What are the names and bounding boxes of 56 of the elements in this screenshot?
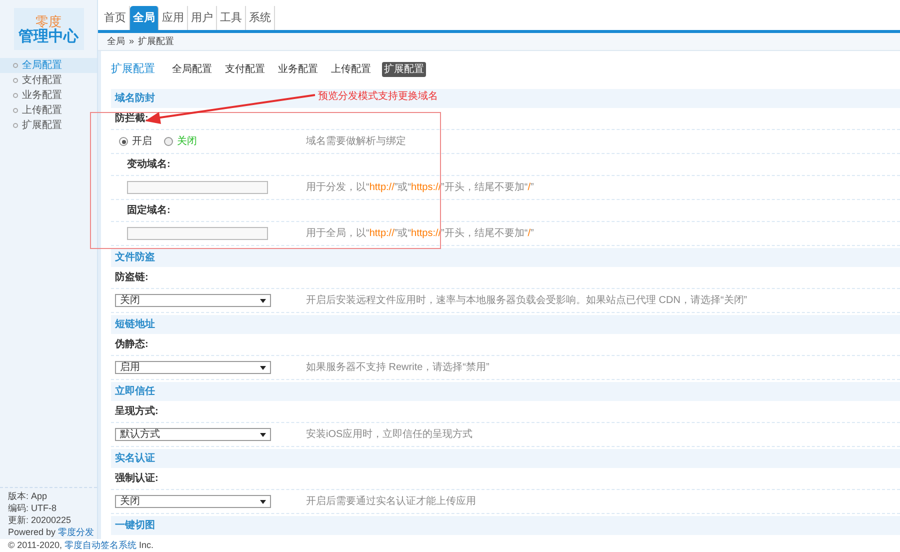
field-label: 防盗链: [115, 270, 148, 285]
logo: 零度 管理中心 [14, 8, 84, 50]
field-hint: 用于分发，以“http://”或“https://”开头，结尾不要加“/” [306, 180, 534, 195]
field-hint: 开启后需要通过实名认证才能上传应用 [306, 494, 476, 509]
caret-icon [260, 366, 266, 370]
config-tab[interactable]: 业务配置 [276, 62, 320, 76]
nav-tab[interactable]: 工具 [217, 6, 246, 30]
sidebar-item[interactable]: 扩展配置 [0, 118, 97, 133]
sidebar-item[interactable]: 上传配置 [0, 103, 97, 118]
field-label: 固定域名: [127, 203, 170, 218]
caret-icon [260, 500, 266, 504]
field-label: 伪静态: [115, 338, 148, 352]
sidebar-item[interactable]: 业务配置 [0, 88, 97, 103]
select-field[interactable]: 关闭 [115, 294, 271, 307]
config-tab[interactable]: 扩展配置 [382, 62, 426, 76]
nav-tab[interactable]: 系统 [246, 6, 275, 30]
section-header: 一键切图 [111, 516, 900, 535]
caret-icon [260, 298, 266, 302]
copyright-text: © 2011-2020, 零度自动签名系统 Inc. [8, 538, 154, 552]
powered-link[interactable]: 零度分发 [58, 527, 94, 537]
config-tab[interactable]: 上传配置 [329, 62, 373, 76]
nav-tab[interactable]: 用户 [188, 6, 217, 30]
field-hint: 如果服务器不支持 Rewrite，请选择“禁用” [306, 360, 490, 375]
breadcrumb-item[interactable]: 扩展配置 [138, 34, 174, 48]
field-label: 呈现方式: [115, 404, 158, 419]
input-field[interactable] [127, 227, 268, 240]
breadcrumb-item: » [129, 34, 134, 48]
input-field[interactable] [127, 181, 268, 194]
nav-tab[interactable]: 全局 [130, 6, 159, 30]
section-header: 实名认证 [111, 449, 900, 468]
field-label: 强制认证: [115, 472, 158, 486]
section-header: 立即信任 [111, 382, 900, 401]
select-field[interactable]: 启用 [115, 361, 271, 374]
info-text: 更新: 20200225 [8, 515, 72, 526]
info-text: 版本: App [8, 491, 48, 502]
field-hint: 安装iOS应用时，立即信任的呈现方式 [306, 428, 473, 442]
config-tab[interactable]: 全局配置 [170, 62, 214, 76]
info-text: 编码: UTF-8 [8, 503, 58, 514]
select-field[interactable]: 关闭 [115, 495, 271, 508]
breadcrumb-item[interactable]: 全局 [107, 34, 125, 48]
select-field[interactable]: 默认方式 [115, 428, 271, 441]
copyright-link[interactable]: 零度自动签名系统 [64, 540, 137, 550]
config-tab[interactable]: 支付配置 [223, 62, 267, 76]
powered-text: Powered by 零度分发 [8, 527, 96, 538]
nav-tab[interactable]: 应用 [159, 6, 188, 30]
annotation-text: 预览分发模式支持更换域名 [318, 90, 438, 104]
section-header: 短链地址 [111, 315, 900, 334]
caret-icon [260, 432, 266, 436]
field-label: 变动域名: [127, 157, 170, 172]
radio-option[interactable]: 开启 [119, 134, 152, 149]
field-hint: 域名需要做解析与绑定 [306, 134, 406, 149]
section-header: 文件防盗 [111, 248, 900, 267]
field-hint: 开启后安装远程文件应用时，速率与本地服务器负载会受影响。如果站点已代理 CDN，请选择“关闭” [306, 294, 748, 308]
sidebar-item[interactable]: 支付配置 [0, 73, 97, 88]
page-title: 扩展配置 [111, 62, 155, 77]
field-hint: 用于全局，以“http://”或“https://”开头，结尾不要加“/” [306, 226, 534, 241]
